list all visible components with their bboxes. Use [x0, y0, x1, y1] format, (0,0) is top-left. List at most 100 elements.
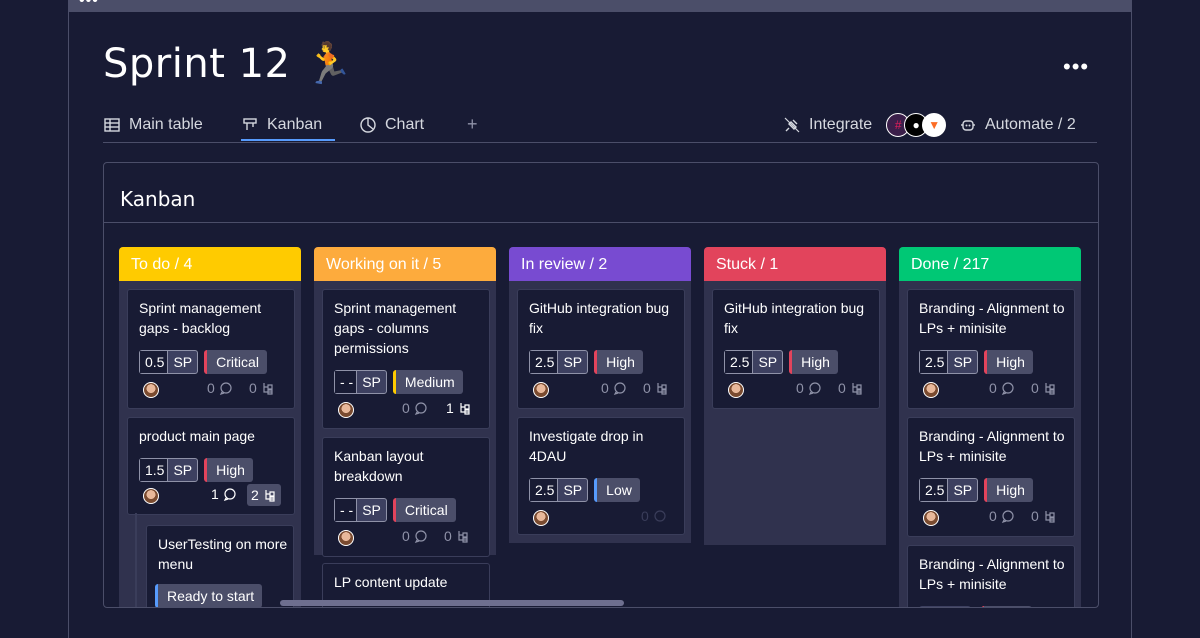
subitems-icon — [265, 490, 275, 502]
updates-count[interactable]: 0 — [989, 380, 1015, 396]
horizontal-scrollbar[interactable] — [280, 600, 624, 606]
avatar[interactable] — [143, 488, 159, 504]
subitems-count[interactable]: 0 — [249, 380, 275, 396]
add-view-button[interactable]: + — [467, 114, 478, 135]
table-icon — [104, 118, 120, 132]
column-header[interactable]: Stuck / 1 — [704, 247, 886, 281]
updates-count[interactable]: 0 — [207, 380, 233, 396]
tab-main-table[interactable]: Main table — [103, 110, 203, 140]
subitems-count[interactable]: 0 — [1031, 380, 1057, 396]
column-header[interactable]: To do / 4 — [119, 247, 301, 281]
priority-label[interactable]: Critical — [392, 498, 456, 522]
updates-count[interactable]: 1 — [211, 486, 237, 502]
subitems-count[interactable]: 1 — [446, 400, 472, 416]
priority-label[interactable]: Low — [594, 478, 640, 502]
kanban-column-todo: To do / 4 Sprint management gaps - backl… — [119, 247, 301, 607]
story-points[interactable]: 2.5 SP — [529, 478, 589, 502]
column-header[interactable]: In review / 2 — [509, 247, 691, 281]
kanban-card[interactable]: Sprint management gaps - backlog 0.5 SP C… — [127, 289, 295, 409]
updates-count[interactable]: 0 — [601, 380, 627, 396]
updates-count[interactable]: 0 — [402, 400, 428, 416]
kanban-card[interactable]: Investigate drop in 4DAU 2.5 SP Low 0 — [517, 417, 685, 535]
subitem-name: UserTesting on more menu — [158, 536, 288, 572]
avatar[interactable] — [728, 382, 744, 398]
gitlab-logo-icon: ▼ — [922, 113, 947, 137]
sp-unit: SP — [953, 354, 973, 370]
priority-label[interactable]: High — [984, 350, 1033, 374]
avatar[interactable] — [533, 382, 549, 398]
card-tags: 2.5 SP Low — [529, 478, 640, 502]
avatar[interactable] — [338, 402, 354, 418]
board-title[interactable]: Sprint 12 🏃 — [103, 40, 354, 87]
subitems-icon — [458, 531, 468, 543]
kanban-card[interactable]: GitHub integration bug fix 2.5 SP High 0 … — [517, 289, 685, 409]
sp-value: - - — [335, 499, 358, 521]
story-points[interactable]: - - SP — [334, 370, 387, 394]
subitem-card[interactable]: UserTesting on more menu Ready to start — [146, 525, 294, 607]
tab-kanban[interactable]: Kanban — [241, 110, 335, 141]
subitems-value: 0 — [249, 380, 257, 396]
column-header[interactable]: Working on it / 5 — [314, 247, 496, 281]
subitems-value: 1 — [446, 400, 454, 416]
subitems-count[interactable]: 0 — [444, 528, 470, 544]
avatar[interactable] — [533, 510, 549, 526]
kanban-card[interactable]: Branding - Alignment to LPs + minisite 2… — [907, 289, 1075, 409]
priority-label[interactable]: High — [789, 350, 838, 374]
updates-count[interactable]: 0 — [796, 380, 822, 396]
priority-label[interactable]: High — [594, 350, 643, 374]
kanban-card[interactable]: Kanban layout breakdown - - SP Critical 0… — [322, 437, 490, 557]
subitems-count[interactable]: 0 — [838, 380, 864, 396]
subitems-count[interactable]: 0 — [643, 380, 669, 396]
kanban-card[interactable]: Sprint management gaps - columns permiss… — [322, 289, 490, 429]
story-points[interactable]: 2.5 SP — [919, 478, 979, 502]
priority-label[interactable]: Critical — [204, 350, 267, 374]
status-label[interactable]: Ready to start — [155, 584, 263, 607]
chat-bubble-icon — [808, 382, 821, 395]
avatar[interactable] — [923, 510, 939, 526]
chat-bubble-icon — [414, 530, 427, 543]
chat-bubble-icon — [223, 488, 236, 501]
automate-button[interactable]: Automate / 2 — [959, 110, 1076, 140]
priority-label[interactable]: Medium — [392, 370, 463, 394]
integrate-label: Integrate — [809, 116, 873, 133]
updates-count[interactable]: 0 — [402, 528, 428, 544]
card-name: product main page — [139, 428, 255, 444]
story-points[interactable]: 0.5 SP — [139, 350, 199, 374]
card-name: Investigate drop in 4DAU — [529, 428, 644, 464]
card-meta: 0 1 — [338, 400, 488, 420]
integrate-button[interactable]: Integrate # ● ▼ — [783, 110, 947, 140]
avatar[interactable] — [923, 382, 939, 398]
card-meta: 0 0 — [923, 508, 1073, 528]
story-points[interactable]: - - SP — [334, 498, 387, 522]
tab-chart[interactable]: Chart — [359, 110, 424, 140]
card-meta: 0 0 — [728, 380, 878, 400]
kanban-card[interactable]: Branding - Alignment to LPs + minisite — [907, 545, 1075, 607]
updates-count[interactable]: 0 — [989, 508, 1015, 524]
chat-bubble-icon — [1001, 382, 1014, 395]
kanban-card[interactable]: GitHub integration bug fix 2.5 SP High 0 … — [712, 289, 880, 409]
story-points[interactable]: 1.5 SP — [139, 458, 199, 482]
kanban-widget: Kanban To do / 4 Sprint management gaps … — [103, 162, 1099, 608]
sp-value: - - — [335, 371, 358, 393]
card-tags: - - SP Medium — [334, 370, 463, 394]
sp-value: 0.5 — [140, 351, 169, 373]
kanban-card[interactable]: Branding - Alignment to LPs + minisite 2… — [907, 417, 1075, 537]
widget-title: Kanban — [120, 187, 196, 211]
subitems-count[interactable]: 2 — [247, 484, 281, 506]
more-options-button[interactable]: ••• — [1063, 54, 1089, 80]
story-points[interactable]: 2.5 SP — [919, 350, 979, 374]
sp-value: 1.5 — [140, 459, 169, 481]
updates-count[interactable]: 0 — [641, 508, 667, 524]
column-header[interactable]: Done / 217 — [899, 247, 1081, 281]
avatar[interactable] — [143, 382, 159, 398]
avatar[interactable] — [338, 530, 354, 546]
priority-label[interactable]: High — [204, 458, 253, 482]
story-points[interactable]: 2.5 SP — [724, 350, 784, 374]
subitems-icon — [1045, 511, 1055, 523]
story-points[interactable]: 2.5 SP — [529, 350, 589, 374]
priority-label[interactable]: High — [984, 478, 1033, 502]
chat-bubble-icon — [219, 382, 232, 395]
subitems-count[interactable]: 0 — [1031, 508, 1057, 524]
updates-value: 0 — [989, 380, 997, 396]
kanban-card[interactable]: product main page 1.5 SP High 1 2 — [127, 417, 295, 515]
